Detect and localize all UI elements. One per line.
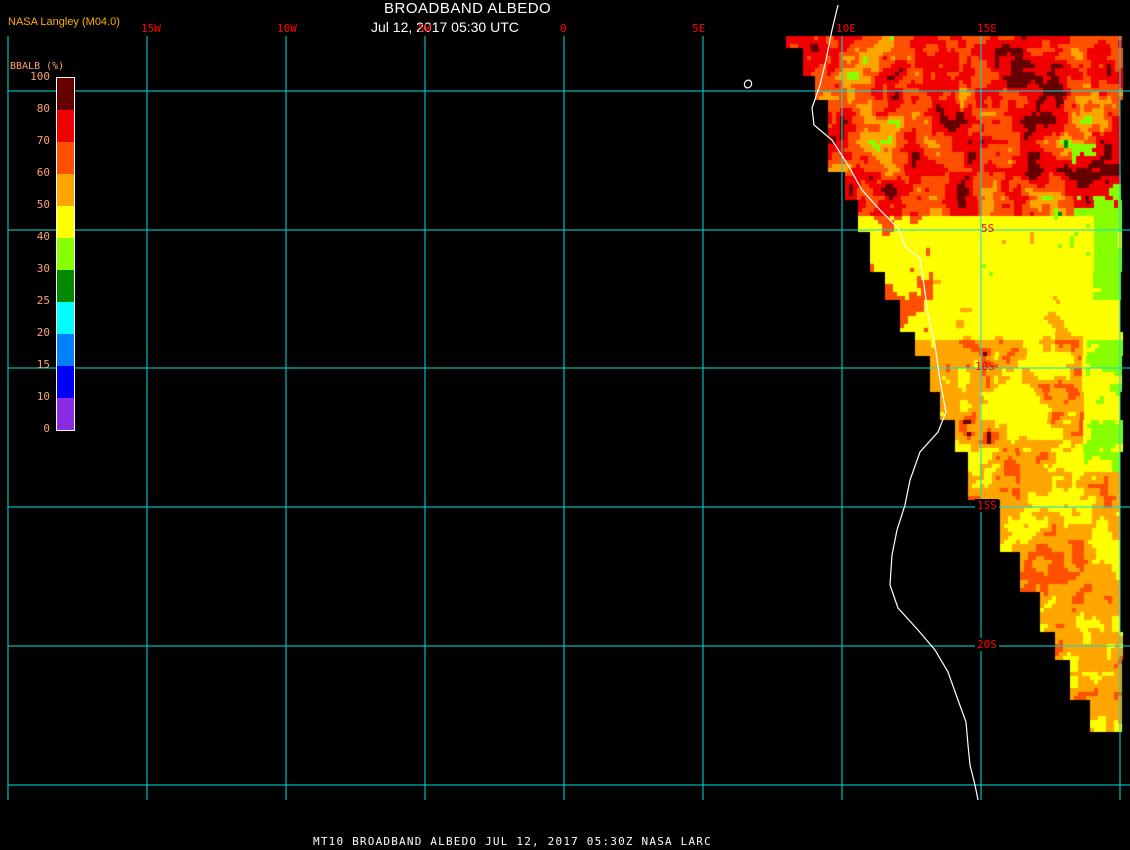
lon-label-10w: 10W [277, 22, 297, 35]
legend-swatch [57, 398, 74, 430]
lon-label-15w: 15W [141, 22, 161, 35]
legend-tick: 50 [36, 198, 50, 211]
legend-tick: 15 [36, 358, 50, 371]
legend-swatch [57, 334, 74, 366]
legend-swatch [57, 270, 74, 302]
map-title: BROADBAND ALBEDO [384, 0, 552, 17]
lon-label-10e: 10E [836, 22, 856, 35]
legend-swatch [57, 206, 74, 238]
legend-swatch [57, 78, 74, 110]
legend-tick: 70 [36, 134, 50, 147]
legend-swatch [57, 110, 74, 142]
legend-tick: 10 [36, 390, 50, 403]
legend-tick: 80 [36, 102, 50, 115]
lat-label-15s: 15S [975, 499, 999, 512]
lat-label-10s: 10S [975, 360, 995, 373]
legend-tick: 30 [36, 262, 50, 275]
legend-swatch [57, 142, 74, 174]
island [743, 79, 753, 89]
legend-tick: 20 [36, 326, 50, 339]
legend-tick: 60 [36, 166, 50, 179]
lon-label-5w: 5W [418, 22, 432, 35]
lon-label-15e: 15E [977, 22, 997, 35]
albedo-map: BROADBAND ALBEDO Jul 12, 2017 05:30 UTC … [0, 0, 1130, 850]
footer-caption: MT10 BROADBAND ALBEDO JUL 12, 2017 05:30… [313, 835, 712, 848]
legend-tick: 100 [30, 70, 50, 83]
lat-label-20s: 20S [975, 638, 999, 651]
map-datetime: Jul 12, 2017 05:30 UTC [371, 19, 519, 35]
lat-label-5s: 5S [981, 222, 995, 235]
legend-swatch [57, 366, 74, 398]
coastline [811, 4, 979, 801]
legend-tick: 25 [36, 294, 50, 307]
legend-swatch [57, 302, 74, 334]
legend-tick: 0 [43, 422, 50, 435]
legend-swatch [57, 174, 74, 206]
map-overlay [7, 4, 1130, 801]
organization-label: NASA Langley (M04.0) [8, 16, 120, 28]
legend-tick: 40 [36, 230, 50, 243]
lon-label-5e: 5E [692, 22, 706, 35]
lon-label-0: 0 [560, 22, 567, 35]
graticule [7, 36, 1130, 800]
legend-swatch [57, 238, 74, 270]
color-legend-bar [56, 77, 75, 431]
